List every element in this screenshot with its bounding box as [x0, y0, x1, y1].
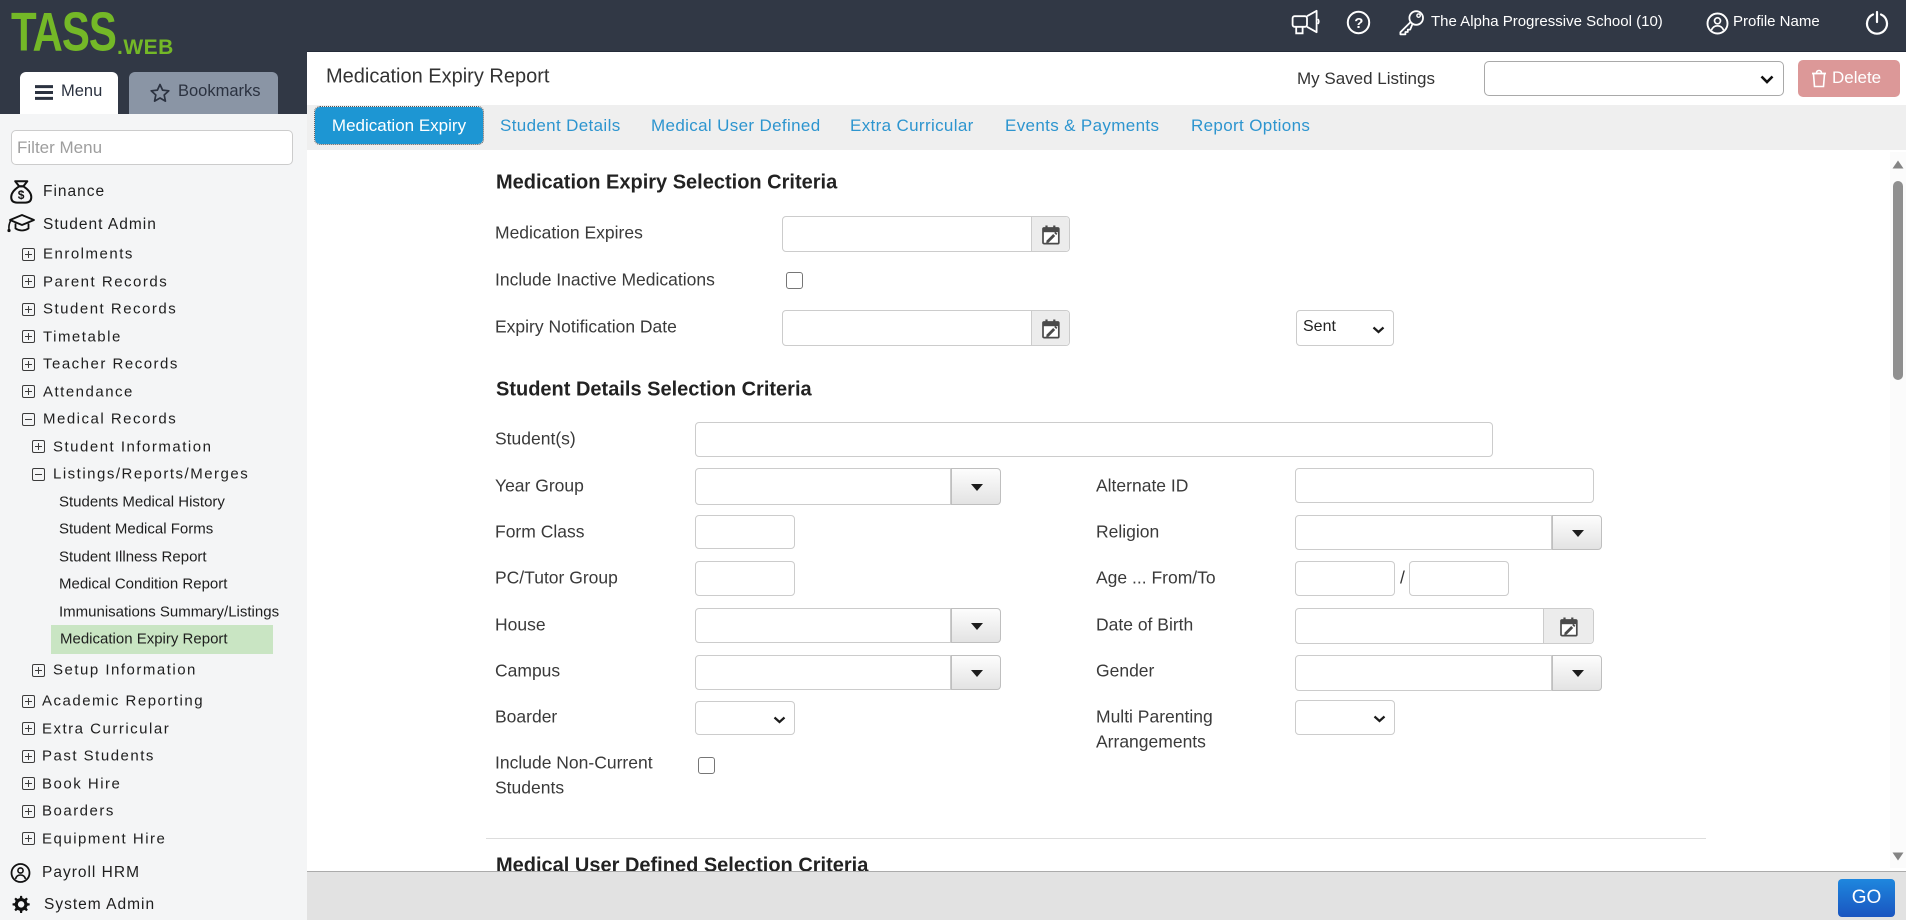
- svg-text:$: $: [18, 188, 25, 202]
- svg-text:TASS: TASS: [11, 10, 116, 63]
- svg-text:.WEB: .WEB: [117, 36, 174, 59]
- svg-text:?: ?: [1354, 15, 1363, 32]
